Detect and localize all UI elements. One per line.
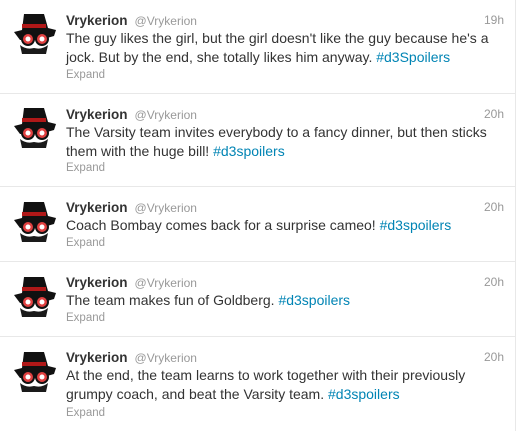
tweet-item[interactable]: Vrykerion @Vrykerion 19h The guy likes th… (0, 0, 516, 94)
tweet-text: At the end, the team learns to work toge… (66, 366, 500, 404)
tweet-item[interactable]: Vrykerion @Vrykerion 20h The Varsity team… (0, 94, 516, 187)
avatar-icon[interactable] (10, 198, 58, 246)
hashtag-link[interactable]: #d3spoilers (328, 386, 400, 402)
tweet-timestamp[interactable]: 20h (484, 107, 504, 121)
avatar-icon[interactable] (10, 104, 58, 152)
hashtag-link[interactable]: #d3spoilers (380, 217, 452, 233)
hashtag-link[interactable]: #d3spoilers (213, 143, 285, 159)
tweet-timestamp[interactable]: 20h (484, 200, 504, 214)
expand-link[interactable]: Expand (66, 407, 105, 419)
tweet-text: The team makes fun of Goldberg. #d3spoil… (66, 291, 500, 310)
avatar-icon[interactable] (10, 348, 58, 396)
tweet-item[interactable]: Vrykerion @Vrykerion 20h At the end, the … (0, 337, 516, 431)
avatar-icon[interactable] (10, 10, 58, 58)
expand-link[interactable]: Expand (66, 312, 105, 324)
tweet-item[interactable]: Vrykerion @Vrykerion 20h The team makes f… (0, 262, 516, 337)
tweet-fullname[interactable]: Vrykerion (66, 200, 128, 215)
tweet-fullname[interactable]: Vrykerion (66, 350, 128, 365)
expand-link[interactable]: Expand (66, 162, 105, 174)
tweet-body: Coach Bombay comes back for a surprise c… (66, 217, 376, 233)
tweet-fullname[interactable]: Vrykerion (66, 13, 128, 28)
tweet-timeline: Vrykerion @Vrykerion 19h The guy likes th… (0, 0, 516, 431)
avatar-icon[interactable] (10, 273, 58, 321)
tweet-body: At the end, the team learns to work toge… (66, 367, 466, 402)
tweet-timestamp[interactable]: 20h (484, 275, 504, 289)
tweet-timestamp[interactable]: 20h (484, 350, 504, 364)
tweet-fullname[interactable]: Vrykerion (66, 107, 128, 122)
tweet-text: Coach Bombay comes back for a surprise c… (66, 216, 500, 235)
tweet-fullname[interactable]: Vrykerion (66, 275, 128, 290)
expand-link[interactable]: Expand (66, 69, 105, 81)
tweet-screenname[interactable]: @Vrykerion (135, 108, 197, 122)
tweet-screenname[interactable]: @Vrykerion (135, 351, 197, 365)
hashtag-link[interactable]: #d3spoilers (278, 292, 350, 308)
tweet-text: The guy likes the girl, but the girl doe… (66, 29, 500, 67)
tweet-item[interactable]: Vrykerion @Vrykerion 20h Coach Bombay com… (0, 187, 516, 262)
tweet-screenname[interactable]: @Vrykerion (135, 201, 197, 215)
tweet-screenname[interactable]: @Vrykerion (135, 276, 197, 290)
tweet-body: The team makes fun of Goldberg. (66, 292, 275, 308)
tweet-screenname[interactable]: @Vrykerion (135, 14, 197, 28)
hashtag-link[interactable]: #d3Spoilers (376, 49, 450, 65)
expand-link[interactable]: Expand (66, 237, 105, 249)
tweet-timestamp[interactable]: 19h (484, 13, 504, 27)
tweet-text: The Varsity team invites everybody to a … (66, 123, 500, 161)
